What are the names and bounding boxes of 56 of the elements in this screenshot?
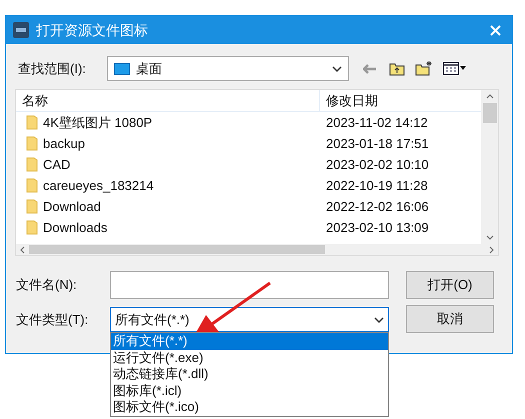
horizontal-scrollbar[interactable] <box>16 244 498 255</box>
folder-icon <box>26 115 38 130</box>
file-type-option[interactable]: 图标文件(*.ico) <box>111 399 388 416</box>
scroll-thumb[interactable] <box>29 245 325 254</box>
new-folder-icon <box>415 61 433 76</box>
scroll-thumb[interactable] <box>482 103 496 123</box>
chevron-up-icon <box>486 94 494 99</box>
file-name-cell[interactable]: CAD <box>43 154 70 174</box>
date-cell-text: 2023-02-10 13:09 <box>325 218 429 237</box>
chevron-right-icon <box>489 246 494 254</box>
dialog-button[interactable]: 打开(O) <box>406 271 494 299</box>
file-type-label: 文件类型(T): <box>16 310 90 329</box>
date-cell-text: 2023-11-02 14:12 <box>325 114 428 132</box>
chevron-down-icon <box>486 235 494 240</box>
file-name-cell[interactable]: Download <box>43 196 101 216</box>
file-type-value: 所有文件(*.*) <box>115 310 190 329</box>
dialog-button[interactable]: 取消 <box>406 305 494 333</box>
chevron-left-icon <box>20 246 25 254</box>
file-type-dropdown[interactable]: 所有文件(*.*) <box>110 307 389 332</box>
vertical-scrollbar[interactable] <box>481 90 498 244</box>
date-cell-text: 2023-02-02 10:10 <box>325 156 429 174</box>
look-in-dropdown[interactable]: 桌面 <box>107 56 349 81</box>
arrow-left-icon <box>363 64 377 74</box>
file-name-field[interactable] <box>110 271 389 299</box>
date-cell-text: 2022-12-02 16:06 <box>325 198 429 216</box>
folder-icon <box>26 220 38 235</box>
view-menu-button[interactable] <box>443 60 467 76</box>
window-title: 打开资源文件图标 <box>36 20 149 40</box>
close-icon <box>490 24 500 36</box>
date-cell-text: 2022-10-19 11:28 <box>325 176 428 195</box>
look-in-label: 查找范围(I): <box>18 60 87 78</box>
folder-icon <box>26 178 38 193</box>
folder-up-icon <box>389 62 405 76</box>
app-icon <box>13 22 29 38</box>
new-folder-button[interactable] <box>415 60 433 76</box>
up-folder-button[interactable] <box>389 60 405 76</box>
file-name-cell[interactable]: Downloads <box>43 218 108 238</box>
desktop-icon <box>114 62 130 74</box>
list-view-icon <box>443 62 467 75</box>
chevron-down-icon <box>374 316 384 322</box>
date-cell-text: 2023-01-18 17:51 <box>325 134 429 153</box>
file-name-cell[interactable]: careueyes_183214 <box>43 176 154 196</box>
file-type-option[interactable]: 所有文件(*.*) <box>111 333 388 350</box>
column-header[interactable]: 修改日期 <box>320 90 481 111</box>
folder-icon <box>26 136 38 151</box>
chevron-down-icon <box>332 66 342 72</box>
column-header[interactable]: 名称 <box>16 90 320 111</box>
look-in-value: 桌面 <box>136 60 163 78</box>
folder-icon <box>26 157 38 172</box>
file-name-cell[interactable]: backup <box>43 134 85 154</box>
file-name-label: 文件名(N): <box>16 276 78 294</box>
file-name-cell[interactable]: 4K壁纸图片 1080P <box>43 112 152 132</box>
file-type-option[interactable]: 运行文件(*.exe) <box>111 350 388 366</box>
folder-icon <box>26 199 38 214</box>
file-type-option[interactable]: 动态链接库(*.dll) <box>111 366 388 382</box>
file-type-option[interactable]: 图标库(*.icl) <box>111 382 388 399</box>
